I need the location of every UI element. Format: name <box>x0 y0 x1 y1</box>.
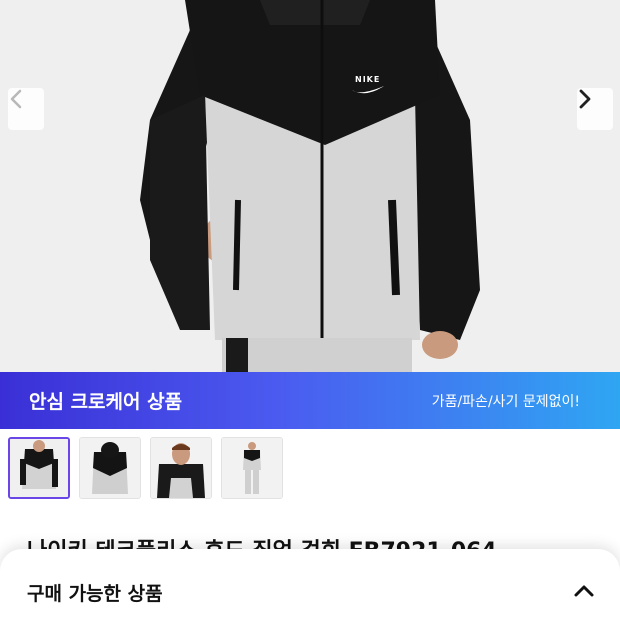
chevron-right-icon <box>579 89 591 109</box>
nike-logo: NIKE <box>355 75 381 84</box>
next-image-button[interactable] <box>577 88 613 130</box>
chevron-left-icon <box>10 89 22 109</box>
purchase-options-sheet[interactable]: 구매 가능한 상품 <box>0 549 620 639</box>
hoodie-illustration <box>0 0 620 372</box>
thumbnail-model[interactable] <box>150 437 212 499</box>
safe-care-banner[interactable]: 안심 크로케어 상품 가품/파손/사기 문제없이! <box>0 372 620 429</box>
banner-subtitle: 가품/파손/사기 문제없이! <box>431 393 580 410</box>
product-hero-image[interactable]: NIKE <box>0 0 620 372</box>
thumbnail-full-body[interactable] <box>221 437 283 499</box>
thumbnail-front[interactable] <box>8 437 70 499</box>
expand-sheet-button[interactable] <box>566 577 602 605</box>
previous-image-button[interactable] <box>8 88 44 130</box>
purchase-sheet-title: 구매 가능한 상품 <box>27 583 163 605</box>
chevron-up-icon <box>574 585 594 597</box>
thumbnail-strip <box>8 437 283 499</box>
banner-title: 안심 크로케어 상품 <box>29 391 183 413</box>
thumbnail-back[interactable] <box>79 437 141 499</box>
